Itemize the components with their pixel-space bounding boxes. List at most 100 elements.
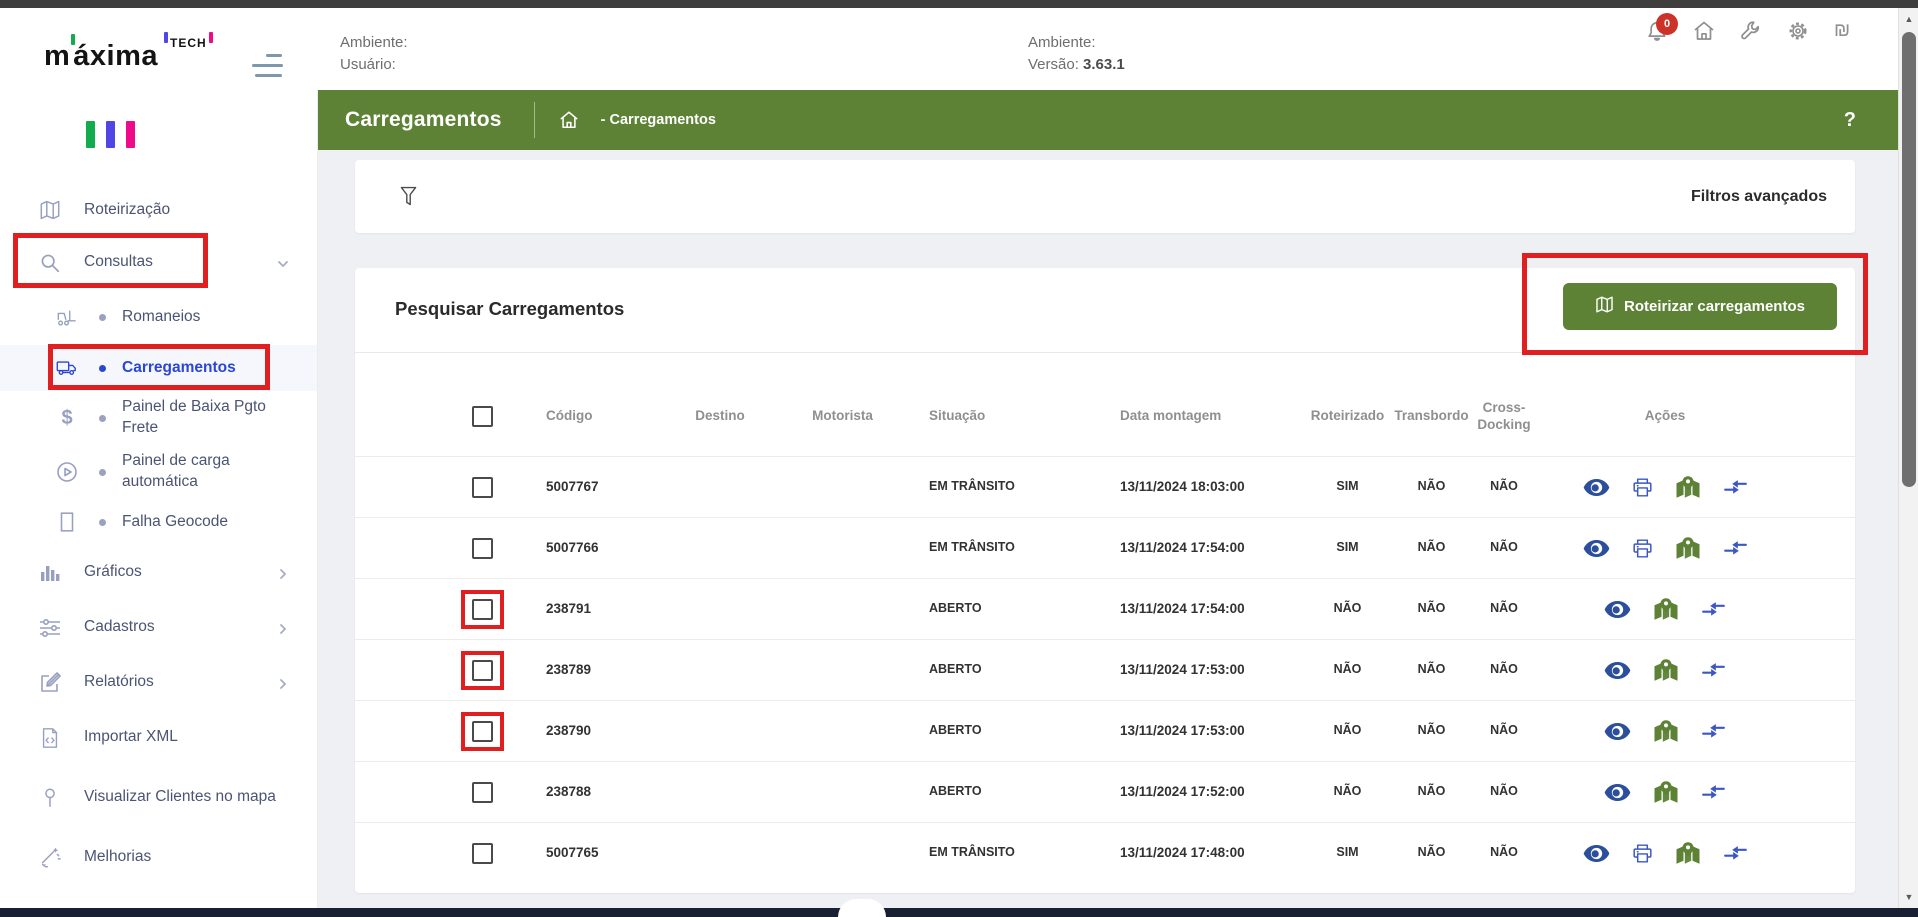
sidebar-item-roteirizacao[interactable]: Roteirização bbox=[0, 185, 317, 235]
view-button[interactable] bbox=[1604, 784, 1631, 801]
eye-icon bbox=[1583, 845, 1610, 862]
sidebar-item-consultas[interactable]: Consultas bbox=[0, 235, 317, 290]
row-checkbox[interactable] bbox=[472, 843, 493, 864]
sidebar-item-romaneios[interactable]: Romaneios bbox=[0, 290, 317, 345]
column-header-transbordo: Transbordo bbox=[1390, 408, 1473, 425]
logo-bar-pink bbox=[126, 121, 135, 148]
transfer-button[interactable] bbox=[1701, 783, 1726, 801]
sidebar-item-label: Roteirização bbox=[84, 200, 198, 221]
view-button[interactable] bbox=[1583, 845, 1610, 862]
gear-icon[interactable] bbox=[1787, 20, 1809, 42]
cell-situacao: EM TRÂNSITO bbox=[900, 479, 1095, 495]
sidebar-item-relatorios[interactable]: Relatórios bbox=[0, 655, 317, 710]
row-actions bbox=[1535, 719, 1795, 744]
map-button[interactable] bbox=[1675, 475, 1701, 500]
column-header-roteirizado: Roteirizado bbox=[1305, 408, 1390, 425]
select-all-checkbox[interactable] bbox=[472, 406, 493, 427]
map-button[interactable] bbox=[1653, 658, 1679, 683]
row-checkbox[interactable] bbox=[472, 721, 493, 742]
home-icon[interactable] bbox=[1693, 20, 1715, 42]
sidebar-item-graficos[interactable]: Gráficos bbox=[0, 545, 317, 600]
transfer-button[interactable] bbox=[1701, 661, 1726, 679]
sidebar-item-melhorias[interactable]: Melhorias bbox=[0, 830, 317, 885]
sidebar-item-falha-geocode[interactable]: Falha Geocode bbox=[0, 499, 317, 545]
filter-funnel-icon[interactable] bbox=[400, 186, 417, 207]
chevron-right-icon bbox=[277, 677, 289, 689]
transfer-arrows-icon bbox=[1723, 478, 1748, 496]
scrollbar-thumb[interactable] bbox=[1902, 32, 1916, 487]
bullet-icon bbox=[99, 415, 106, 422]
menu-toggle-icon[interactable] bbox=[252, 54, 284, 78]
edit-icon bbox=[38, 671, 62, 695]
scroll-up-arrow[interactable]: ▲ bbox=[1899, 14, 1918, 24]
cell-transbordo: NÃO bbox=[1390, 784, 1473, 800]
map-pin-icon bbox=[1675, 475, 1701, 500]
map-pin-icon bbox=[1653, 719, 1679, 744]
truck-icon bbox=[55, 356, 79, 380]
titlebar-divider bbox=[534, 102, 535, 138]
sidebar-item-importar-xml[interactable]: Importar XML bbox=[0, 710, 317, 765]
transfer-button[interactable] bbox=[1723, 478, 1748, 496]
cell-data-montagem: 13/11/2024 18:03:00 bbox=[1095, 479, 1305, 496]
view-button[interactable] bbox=[1604, 601, 1631, 618]
print-button[interactable] bbox=[1632, 538, 1653, 559]
cell-roteirizado: NÃO bbox=[1305, 784, 1390, 800]
route-loads-button[interactable]: Roteirizar carregamentos bbox=[1563, 283, 1837, 330]
row-actions bbox=[1535, 597, 1795, 622]
sidebar-item-painel-de-baixa-pgto-frete[interactable]: $Painel de Baixa Pgto Frete bbox=[0, 391, 317, 445]
shekel-icon[interactable]: ₪ bbox=[1834, 20, 1856, 42]
row-actions bbox=[1535, 780, 1795, 805]
print-button[interactable] bbox=[1632, 477, 1653, 498]
sidebar-item-visualizar-clientes-no-mapa[interactable]: Visualizar Clientes no mapa bbox=[0, 765, 317, 830]
map-pin-icon bbox=[1675, 841, 1701, 866]
scroll-down-arrow[interactable]: ▼ bbox=[1899, 892, 1918, 902]
map-button[interactable] bbox=[1675, 841, 1701, 866]
sidebar-nav: Roteirização ConsultasRomaneiosCarregamen… bbox=[0, 185, 317, 885]
help-button[interactable]: ? bbox=[1844, 109, 1856, 132]
notifications-bell-icon[interactable]: 0 bbox=[1646, 20, 1668, 42]
versao-value: 3.63.1 bbox=[1083, 56, 1125, 73]
taskbar-notch bbox=[838, 899, 886, 917]
annotation-box-checkbox bbox=[461, 590, 504, 629]
cell-cross-docking: NÃO bbox=[1473, 479, 1535, 495]
vertical-scrollbar[interactable]: ▲ ▼ bbox=[1898, 8, 1918, 917]
advanced-filters-link[interactable]: Filtros avançados bbox=[1691, 188, 1827, 206]
print-button[interactable] bbox=[1632, 843, 1653, 864]
logo-pink-tick bbox=[209, 32, 213, 43]
row-checkbox[interactable] bbox=[472, 782, 493, 803]
table-header-row: Código Destino Motorista Situação Data m… bbox=[355, 353, 1855, 456]
xml-icon bbox=[38, 726, 62, 750]
map-button[interactable] bbox=[1653, 780, 1679, 805]
row-checkbox[interactable] bbox=[472, 538, 493, 559]
view-button[interactable] bbox=[1604, 723, 1631, 740]
view-button[interactable] bbox=[1583, 479, 1610, 496]
map-button[interactable] bbox=[1653, 719, 1679, 744]
bullet-icon bbox=[99, 519, 106, 526]
bullet-icon bbox=[99, 365, 106, 372]
row-checkbox[interactable] bbox=[472, 477, 493, 498]
sidebar-item-cadastros[interactable]: Cadastros bbox=[0, 600, 317, 655]
cell-transbordo: NÃO bbox=[1390, 479, 1473, 495]
wrench-icon[interactable] bbox=[1740, 20, 1762, 42]
sidebar-item-carregamentos[interactable]: Carregamentos bbox=[0, 345, 317, 391]
transfer-button[interactable] bbox=[1701, 600, 1726, 618]
view-button[interactable] bbox=[1604, 662, 1631, 679]
breadcrumb-home-icon[interactable] bbox=[559, 110, 579, 130]
transfer-button[interactable] bbox=[1701, 722, 1726, 740]
row-actions bbox=[1535, 536, 1795, 561]
transfer-button[interactable] bbox=[1723, 539, 1748, 557]
printer-icon bbox=[1632, 538, 1653, 559]
sidebar-item-painel-de-carga-automatica[interactable]: Painel de carga automática bbox=[0, 445, 317, 499]
row-checkbox[interactable] bbox=[472, 660, 493, 681]
cell-situacao: EM TRÂNSITO bbox=[900, 845, 1095, 861]
view-button[interactable] bbox=[1583, 540, 1610, 557]
transfer-button[interactable] bbox=[1723, 844, 1748, 862]
map-button[interactable] bbox=[1653, 597, 1679, 622]
versao-label: Versão: bbox=[1028, 56, 1079, 73]
ambiente-center-label: Ambiente: bbox=[1028, 32, 1125, 54]
map-button[interactable] bbox=[1675, 536, 1701, 561]
cell-roteirizado: SIM bbox=[1305, 479, 1390, 495]
cell-transbordo: NÃO bbox=[1390, 662, 1473, 678]
row-checkbox[interactable] bbox=[472, 599, 493, 620]
transfer-arrows-icon bbox=[1723, 539, 1748, 557]
